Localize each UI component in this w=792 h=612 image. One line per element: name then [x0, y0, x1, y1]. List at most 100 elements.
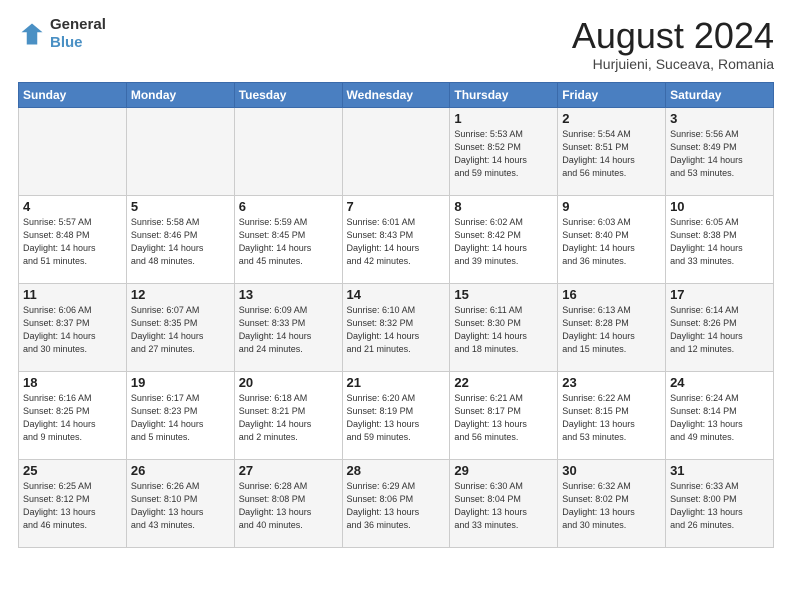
day-info: Sunrise: 6:13 AM Sunset: 8:28 PM Dayligh… — [562, 304, 661, 356]
calendar-cell: 25 Sunrise: 6:25 AM Sunset: 8:12 PM Dayli… — [19, 459, 127, 547]
calendar-cell: 1Sunrise: 5:53 AM Sunset: 8:52 PM Daylig… — [450, 107, 558, 195]
day-info: Sunrise: 6:10 AM Sunset: 8:32 PM Dayligh… — [347, 304, 446, 356]
day-info: Sunrise: 6:22 AM Sunset: 8:15 PM Dayligh… — [562, 392, 661, 444]
calendar-cell: 7Sunrise: 6:01 AM Sunset: 8:43 PM Daylig… — [342, 195, 450, 283]
day-number: 20 — [239, 375, 338, 390]
calendar-cell: 29Sunrise: 6:30 AM Sunset: 8:04 PM Dayli… — [450, 459, 558, 547]
day-number: 23 — [562, 375, 661, 390]
calendar-cell: 8 Sunrise: 6:02 AM Sunset: 8:42 PM Daylig… — [450, 195, 558, 283]
day-info: Sunrise: 6:32 AM Sunset: 8:02 PM Dayligh… — [562, 480, 661, 532]
page: General Blue August 2024 Hurjuieni, Suce… — [0, 0, 792, 612]
day-info: Sunrise: 6:26 AM Sunset: 8:10 PM Dayligh… — [131, 480, 230, 532]
calendar-cell: 22 Sunrise: 6:21 AM Sunset: 8:17 PM Dayli… — [450, 371, 558, 459]
calendar-cell: 24 Sunrise: 6:24 AM Sunset: 8:14 PM Dayli… — [666, 371, 774, 459]
day-number: 17 — [670, 287, 769, 302]
calendar-cell: 15 Sunrise: 6:11 AM Sunset: 8:30 PM Dayli… — [450, 283, 558, 371]
day-info: Sunrise: 6:05 AM Sunset: 8:38 PM Dayligh… — [670, 216, 769, 268]
day-number: 31 — [670, 463, 769, 478]
calendar-cell: 11 Sunrise: 6:06 AM Sunset: 8:37 PM Dayli… — [19, 283, 127, 371]
day-number: 14 — [347, 287, 446, 302]
day-info: Sunrise: 6:33 AM Sunset: 8:00 PM Dayligh… — [670, 480, 769, 532]
week-row-4: 18 Sunrise: 6:16 AM Sunset: 8:25 PM Dayli… — [19, 371, 774, 459]
day-number: 11 — [23, 287, 122, 302]
calendar-cell — [342, 107, 450, 195]
day-info: Sunrise: 5:56 AM Sunset: 8:49 PM Dayligh… — [670, 128, 769, 180]
weekday-header-monday: Monday — [126, 82, 234, 107]
calendar-cell: 18 Sunrise: 6:16 AM Sunset: 8:25 PM Dayli… — [19, 371, 127, 459]
day-number: 30 — [562, 463, 661, 478]
calendar-cell: 4 Sunrise: 5:57 AM Sunset: 8:48 PM Daylig… — [19, 195, 127, 283]
calendar-cell: 6 Sunrise: 5:59 AM Sunset: 8:45 PM Daylig… — [234, 195, 342, 283]
day-info: Sunrise: 6:11 AM Sunset: 8:30 PM Dayligh… — [454, 304, 553, 356]
calendar-cell: 19Sunrise: 6:17 AM Sunset: 8:23 PM Dayli… — [126, 371, 234, 459]
day-info: Sunrise: 6:02 AM Sunset: 8:42 PM Dayligh… — [454, 216, 553, 268]
calendar-table: SundayMondayTuesdayWednesdayThursdayFrid… — [18, 82, 774, 548]
day-number: 18 — [23, 375, 122, 390]
day-info: Sunrise: 6:25 AM Sunset: 8:12 PM Dayligh… — [23, 480, 122, 532]
day-number: 9 — [562, 199, 661, 214]
calendar-cell — [234, 107, 342, 195]
weekday-header-thursday: Thursday — [450, 82, 558, 107]
day-number: 12 — [131, 287, 230, 302]
day-number: 24 — [670, 375, 769, 390]
logo-line2: Blue — [50, 34, 106, 52]
logo: General Blue — [18, 16, 106, 52]
day-number: 15 — [454, 287, 553, 302]
day-number: 8 — [454, 199, 553, 214]
weekday-header-tuesday: Tuesday — [234, 82, 342, 107]
calendar-cell: 30 Sunrise: 6:32 AM Sunset: 8:02 PM Dayli… — [558, 459, 666, 547]
day-info: Sunrise: 5:57 AM Sunset: 8:48 PM Dayligh… — [23, 216, 122, 268]
day-number: 19 — [131, 375, 230, 390]
calendar-cell: 14 Sunrise: 6:10 AM Sunset: 8:32 PM Dayli… — [342, 283, 450, 371]
day-info: Sunrise: 5:59 AM Sunset: 8:45 PM Dayligh… — [239, 216, 338, 268]
calendar-cell: 3 Sunrise: 5:56 AM Sunset: 8:49 PM Daylig… — [666, 107, 774, 195]
day-info: Sunrise: 6:18 AM Sunset: 8:21 PM Dayligh… — [239, 392, 338, 444]
day-number: 10 — [670, 199, 769, 214]
calendar-cell — [19, 107, 127, 195]
header: General Blue August 2024 Hurjuieni, Suce… — [18, 16, 774, 72]
week-row-3: 11 Sunrise: 6:06 AM Sunset: 8:37 PM Dayli… — [19, 283, 774, 371]
day-number: 6 — [239, 199, 338, 214]
calendar-cell: 20 Sunrise: 6:18 AM Sunset: 8:21 PM Dayli… — [234, 371, 342, 459]
logo-icon — [18, 20, 46, 48]
day-info: Sunrise: 6:21 AM Sunset: 8:17 PM Dayligh… — [454, 392, 553, 444]
day-number: 26 — [131, 463, 230, 478]
calendar-cell: 23 Sunrise: 6:22 AM Sunset: 8:15 PM Dayli… — [558, 371, 666, 459]
day-info: Sunrise: 6:16 AM Sunset: 8:25 PM Dayligh… — [23, 392, 122, 444]
weekday-header-wednesday: Wednesday — [342, 82, 450, 107]
day-number: 25 — [23, 463, 122, 478]
calendar-cell: 10 Sunrise: 6:05 AM Sunset: 8:38 PM Dayli… — [666, 195, 774, 283]
weekday-header-row: SundayMondayTuesdayWednesdayThursdayFrid… — [19, 82, 774, 107]
weekday-header-sunday: Sunday — [19, 82, 127, 107]
weekday-header-saturday: Saturday — [666, 82, 774, 107]
day-info: Sunrise: 6:06 AM Sunset: 8:37 PM Dayligh… — [23, 304, 122, 356]
calendar-cell — [126, 107, 234, 195]
day-number: 22 — [454, 375, 553, 390]
calendar-cell: 9Sunrise: 6:03 AM Sunset: 8:40 PM Daylig… — [558, 195, 666, 283]
week-row-1: 1Sunrise: 5:53 AM Sunset: 8:52 PM Daylig… — [19, 107, 774, 195]
weekday-header-friday: Friday — [558, 82, 666, 107]
calendar-cell: 27Sunrise: 6:28 AM Sunset: 8:08 PM Dayli… — [234, 459, 342, 547]
day-info: Sunrise: 6:20 AM Sunset: 8:19 PM Dayligh… — [347, 392, 446, 444]
calendar-cell: 17 Sunrise: 6:14 AM Sunset: 8:26 PM Dayli… — [666, 283, 774, 371]
calendar-cell: 28Sunrise: 6:29 AM Sunset: 8:06 PM Dayli… — [342, 459, 450, 547]
day-info: Sunrise: 6:07 AM Sunset: 8:35 PM Dayligh… — [131, 304, 230, 356]
calendar-cell: 26 Sunrise: 6:26 AM Sunset: 8:10 PM Dayli… — [126, 459, 234, 547]
title-block: August 2024 Hurjuieni, Suceava, Romania — [572, 16, 774, 72]
week-row-2: 4 Sunrise: 5:57 AM Sunset: 8:48 PM Daylig… — [19, 195, 774, 283]
calendar-cell: 21Sunrise: 6:20 AM Sunset: 8:19 PM Dayli… — [342, 371, 450, 459]
day-number: 16 — [562, 287, 661, 302]
calendar-cell: 16 Sunrise: 6:13 AM Sunset: 8:28 PM Dayli… — [558, 283, 666, 371]
calendar-cell: 2Sunrise: 5:54 AM Sunset: 8:51 PM Daylig… — [558, 107, 666, 195]
month-title: August 2024 — [572, 16, 774, 56]
day-info: Sunrise: 6:24 AM Sunset: 8:14 PM Dayligh… — [670, 392, 769, 444]
day-number: 3 — [670, 111, 769, 126]
day-info: Sunrise: 6:14 AM Sunset: 8:26 PM Dayligh… — [670, 304, 769, 356]
logo-line1: General — [50, 16, 106, 34]
day-number: 2 — [562, 111, 661, 126]
day-number: 7 — [347, 199, 446, 214]
day-info: Sunrise: 6:28 AM Sunset: 8:08 PM Dayligh… — [239, 480, 338, 532]
calendar-cell: 31 Sunrise: 6:33 AM Sunset: 8:00 PM Dayli… — [666, 459, 774, 547]
calendar-cell: 12 Sunrise: 6:07 AM Sunset: 8:35 PM Dayli… — [126, 283, 234, 371]
day-number: 4 — [23, 199, 122, 214]
